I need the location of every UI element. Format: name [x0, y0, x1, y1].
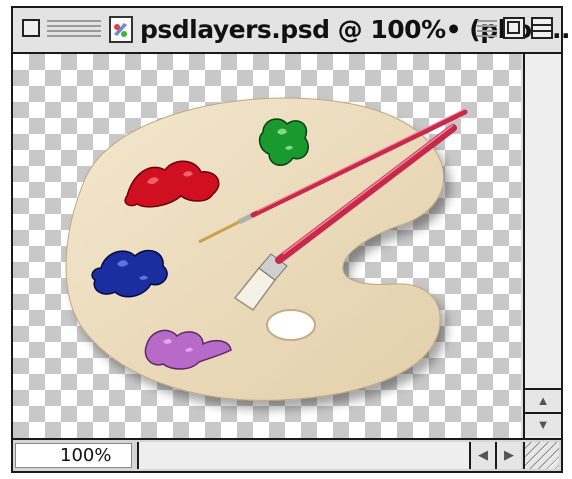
photoshop-document-icon: [109, 16, 133, 43]
vertical-scrollbar[interactable]: ▲ ▼: [523, 54, 561, 438]
resize-grip-icon[interactable]: [523, 442, 559, 469]
thumb-hole: [266, 309, 316, 341]
horizontal-scrollbar[interactable]: [137, 442, 469, 469]
zoom-box-icon[interactable]: [503, 17, 525, 39]
status-bar: 100% ◀ ▶: [13, 438, 561, 471]
palette-board: [65, 97, 445, 401]
arrow-up-icon[interactable]: ▲: [525, 388, 561, 412]
image-canvas[interactable]: [13, 54, 521, 438]
zoom-level-field[interactable]: 100%: [15, 443, 132, 468]
collapse-box-icon[interactable]: [531, 17, 553, 39]
title-bar-stripes-right: [477, 20, 497, 38]
title-bar-stripes-left: [47, 20, 101, 38]
title-bar[interactable]: psdlayers.psd @ 100%• (phot...: [13, 8, 571, 54]
arrow-down-icon[interactable]: ▼: [525, 412, 561, 436]
arrow-left-icon[interactable]: ◀: [469, 442, 495, 469]
document-window: psdlayers.psd @ 100%• (phot... ▲ ▼ 100% …: [11, 6, 571, 473]
close-box-icon[interactable]: [22, 19, 40, 37]
arrow-right-icon[interactable]: ▶: [495, 442, 521, 469]
palette-artwork: [65, 97, 468, 401]
